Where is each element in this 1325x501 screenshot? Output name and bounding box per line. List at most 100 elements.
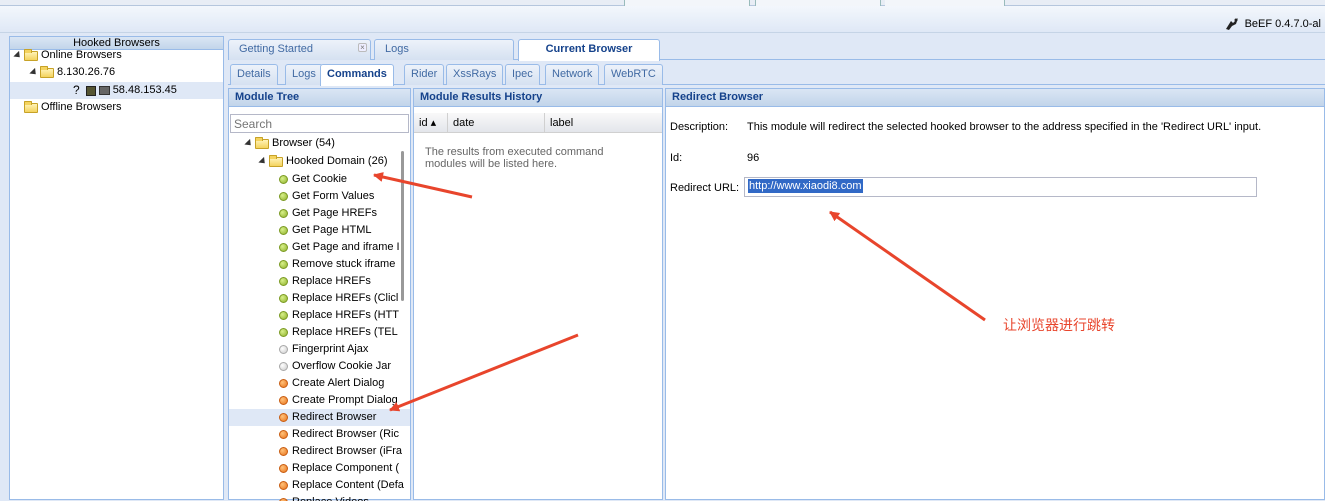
module-item-label: Redirect Browser bbox=[292, 411, 377, 423]
online-browsers-node[interactable]: Online Browsers bbox=[13, 47, 122, 64]
green-status-icon bbox=[279, 192, 288, 201]
module-results-panel: Module Results History id ▴ date label T… bbox=[413, 88, 663, 500]
tab-webrtc[interactable]: WebRTC bbox=[604, 64, 663, 85]
grey-status-icon bbox=[279, 362, 288, 371]
close-icon[interactable]: × bbox=[358, 43, 367, 52]
tab-label: Commands bbox=[327, 68, 387, 80]
annotation-text: 让浏览器进行跳转 bbox=[1003, 318, 1115, 334]
green-status-icon bbox=[279, 209, 288, 218]
module-item-label: Replace Component ( bbox=[292, 462, 400, 474]
redirect-url-input[interactable]: http://www.xiaodi8.com bbox=[744, 177, 1257, 197]
tab-commands[interactable]: Commands bbox=[320, 64, 394, 86]
tab-ipec[interactable]: Ipec bbox=[505, 64, 540, 85]
expand-arrow-icon[interactable] bbox=[13, 50, 23, 61]
server-node[interactable]: 8.130.26.76 bbox=[29, 64, 115, 81]
tab-label: WebRTC bbox=[611, 68, 656, 80]
folder-icon bbox=[40, 65, 54, 78]
orange-status-icon bbox=[279, 396, 288, 405]
tab-network[interactable]: Network bbox=[545, 64, 600, 85]
module-item[interactable]: Create Prompt Dialog bbox=[279, 392, 398, 409]
module-item[interactable]: Fingerprint Ajax bbox=[279, 341, 368, 358]
folder-icon bbox=[24, 48, 38, 61]
module-item-label: Overflow Cookie Jar bbox=[292, 360, 392, 372]
beef-logo-icon bbox=[1225, 18, 1238, 30]
online-browsers-label: Online Browsers bbox=[41, 49, 122, 61]
tab-current-browser[interactable]: Current Browser bbox=[518, 39, 660, 61]
module-item[interactable]: Redirect Browser (iFra bbox=[279, 443, 402, 460]
offline-browsers-node[interactable]: Offline Browsers bbox=[24, 99, 122, 116]
module-item[interactable]: Create Alert Dialog bbox=[279, 375, 384, 392]
module-item[interactable]: Replace Content (Defa bbox=[279, 477, 404, 494]
module-item[interactable]: Get Page and iframe I bbox=[279, 239, 400, 256]
module-item[interactable]: Replace HREFs (HTT bbox=[279, 307, 399, 324]
module-item[interactable]: Overflow Cookie Jar bbox=[279, 358, 391, 375]
module-item[interactable]: Get Cookie bbox=[279, 171, 347, 188]
expand-arrow-icon[interactable] bbox=[29, 67, 39, 78]
orange-status-icon bbox=[279, 447, 288, 456]
module-item-label: Replace HREFs bbox=[292, 275, 371, 287]
tab-label: XssRays bbox=[453, 68, 497, 80]
folder-icon bbox=[24, 100, 38, 113]
results-empty-text: The results from executed command module… bbox=[425, 146, 604, 170]
tab-logs[interactable]: Logs bbox=[374, 39, 514, 60]
module-item[interactable]: Redirect Browser bbox=[229, 409, 410, 426]
browser-category[interactable]: Browser (54) bbox=[244, 135, 335, 152]
green-status-icon bbox=[279, 328, 288, 337]
hooked-browsers-panel: Hooked Browsers Online Browsers 8.130.26… bbox=[9, 36, 224, 500]
module-item[interactable]: Replace HREFs (TEL bbox=[279, 324, 398, 341]
green-status-icon bbox=[279, 277, 288, 286]
tab-logs-sub[interactable]: Logs bbox=[285, 64, 323, 85]
module-item-label: Create Alert Dialog bbox=[292, 377, 385, 389]
command-detail-panel: Redirect Browser Description: This modul… bbox=[665, 88, 1325, 500]
orange-status-icon bbox=[279, 481, 288, 490]
col-date-header[interactable]: date bbox=[448, 113, 545, 133]
tab-details[interactable]: Details bbox=[230, 64, 278, 85]
tab-getting-started[interactable]: Getting Started × bbox=[228, 39, 371, 60]
orange-status-icon bbox=[279, 379, 288, 388]
tab-label: Rider bbox=[411, 68, 438, 80]
module-item-label: Get Cookie bbox=[292, 173, 348, 185]
module-item[interactable]: Get Page HREFs bbox=[279, 205, 377, 222]
tab-label: Logs bbox=[292, 68, 316, 80]
module-item[interactable]: Remove stuck iframe bbox=[279, 256, 395, 273]
module-tree-scrollbar[interactable] bbox=[401, 151, 404, 301]
expand-arrow-icon[interactable] bbox=[258, 156, 268, 167]
module-item-label: Replace HREFs (TEL bbox=[292, 326, 398, 338]
command-title: Redirect Browser bbox=[666, 89, 1324, 107]
module-item-label: Get Page HREFs bbox=[292, 207, 377, 219]
module-item-label: Create Prompt Dialog bbox=[292, 394, 398, 406]
header-bar: BeEF 0.4.7.0-al bbox=[0, 6, 1325, 33]
id-value: 96 bbox=[747, 152, 760, 164]
expand-arrow-icon[interactable] bbox=[244, 138, 254, 149]
module-search-input[interactable] bbox=[230, 114, 409, 133]
module-item[interactable]: Get Page HTML bbox=[279, 222, 371, 239]
module-item-label: Replace HREFs (HTT bbox=[292, 309, 399, 321]
offline-browsers-label: Offline Browsers bbox=[41, 101, 122, 113]
tab-label: Logs bbox=[385, 43, 409, 55]
hooked-domain-category[interactable]: Hooked Domain (26) bbox=[258, 153, 388, 170]
hooked-browser-item[interactable]: ? 58.48.153.45 bbox=[10, 82, 223, 99]
green-status-icon bbox=[279, 311, 288, 320]
col-id-header[interactable]: id ▴ bbox=[414, 113, 448, 133]
folder-icon bbox=[255, 136, 269, 149]
os-icon bbox=[98, 86, 110, 95]
module-item[interactable]: Replace Component ( bbox=[279, 460, 399, 477]
redirect-url-label: Redirect URL: bbox=[670, 182, 740, 194]
col-label-header[interactable]: label bbox=[545, 113, 662, 133]
module-item[interactable]: Redirect Browser (Ric bbox=[279, 426, 399, 443]
module-item[interactable]: Replace HREFs (Clicl bbox=[279, 290, 398, 307]
tab-xssrays[interactable]: XssRays bbox=[446, 64, 504, 85]
module-item-label: Fingerprint Ajax bbox=[292, 343, 369, 355]
description-text: This module will redirect the selected h… bbox=[747, 121, 1262, 133]
green-status-icon bbox=[279, 294, 288, 303]
module-item[interactable]: Get Form Values bbox=[279, 188, 374, 205]
tab-rider[interactable]: Rider bbox=[404, 64, 445, 85]
browser-icon bbox=[85, 85, 96, 96]
browser-category-label: Browser (54) bbox=[272, 137, 335, 149]
module-item[interactable]: Replace HREFs bbox=[279, 273, 371, 290]
tab-label: Network bbox=[552, 68, 593, 80]
module-tree-title: Module Tree bbox=[229, 89, 410, 107]
orange-status-icon bbox=[279, 430, 288, 439]
module-item-label: Get Page and iframe I bbox=[292, 241, 400, 253]
module-results-title: Module Results History bbox=[414, 89, 662, 107]
